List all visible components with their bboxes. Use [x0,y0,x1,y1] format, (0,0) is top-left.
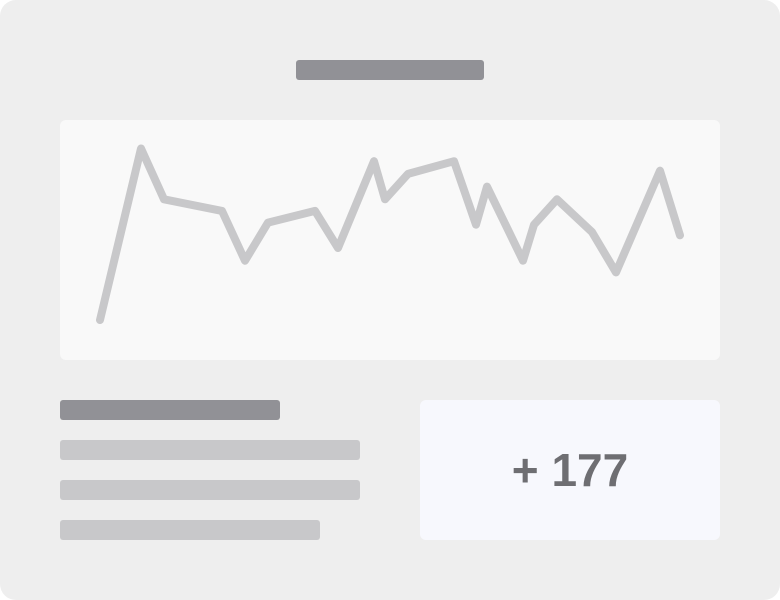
line-chart [96,144,684,324]
text-line-placeholder-1 [60,440,360,460]
text-line-placeholder-2 [60,480,360,500]
card-container: + 177 [0,0,780,600]
stat-panel: + 177 [420,400,720,540]
text-line-placeholder-3 [60,520,320,540]
line-chart-panel [60,120,720,360]
chart-series-line [96,144,684,324]
title-placeholder [296,60,484,80]
heading-placeholder [60,400,280,420]
stat-value: + 177 [511,444,629,496]
